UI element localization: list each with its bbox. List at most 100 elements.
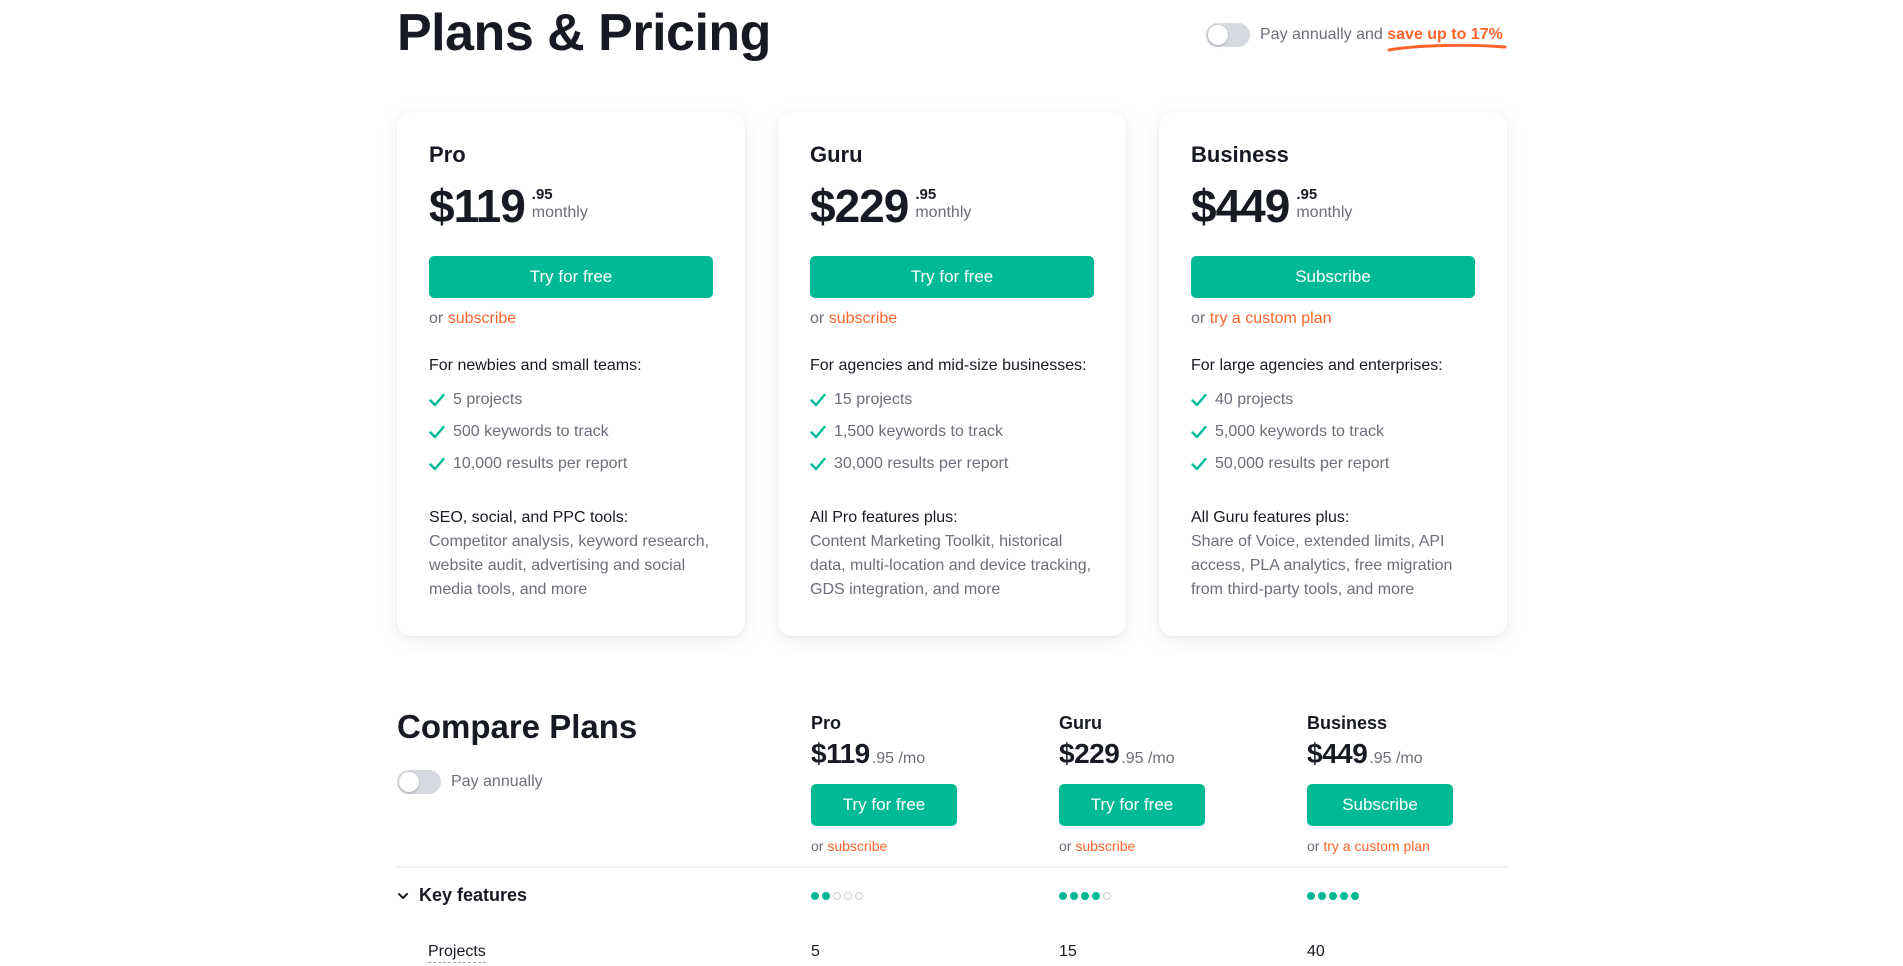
tools-block: All Guru features plus: Share of Voice, …	[1191, 506, 1475, 602]
chevron-down-icon	[398, 892, 408, 899]
check-icon	[1191, 425, 1207, 439]
rating-dot-filled	[811, 892, 819, 900]
rating-dots	[1059, 892, 1111, 900]
rating-dot-empty	[1103, 892, 1111, 900]
price-period: monthly	[531, 204, 588, 221]
price-main: $449	[1191, 180, 1290, 232]
custom-plan-link[interactable]: try a custom plan	[1210, 310, 1332, 327]
toggle-knob	[1208, 25, 1228, 45]
check-icon	[810, 425, 826, 439]
feature-text: 40 projects	[1215, 391, 1294, 408]
try-for-free-button[interactable]: Try for free	[810, 256, 1094, 298]
price-cents: .95	[531, 186, 553, 203]
feature-item: 5,000 keywords to track	[1191, 416, 1475, 448]
plan-audience: For large agencies and enterprises:	[1191, 357, 1443, 374]
subscribe-link[interactable]: subscribe	[448, 310, 516, 327]
check-icon	[429, 393, 445, 407]
alt-prefix: or	[810, 310, 825, 327]
rating-dot-empty	[844, 892, 852, 900]
compare-alt-action: or subscribe	[1059, 838, 1259, 854]
tools-heading: All Guru features plus:	[1191, 509, 1350, 526]
try-for-free-button[interactable]: Try for free	[429, 256, 713, 298]
plan-card-business: Business $449 .95 monthly Subscribe or tr…	[1159, 112, 1507, 636]
compare-alt-action: or subscribe	[811, 838, 1011, 854]
rating-dots	[1307, 892, 1359, 900]
alt-action: or subscribe	[429, 310, 713, 332]
plan-cards: Pro $119 .95 monthly Try for free or subs…	[397, 112, 1507, 636]
rating-dot-filled	[1070, 892, 1078, 900]
feature-item: 10,000 results per report	[429, 448, 713, 480]
alt-action: or subscribe	[810, 310, 1094, 332]
plan-name: Pro	[429, 142, 466, 167]
check-icon	[429, 457, 445, 471]
rating-dot-empty	[855, 892, 863, 900]
compare-column-guru: Guru $229.95 /mo Try for free or subscri…	[1059, 712, 1259, 854]
price-main: $119	[429, 180, 526, 232]
key-features-label: Key features	[419, 885, 528, 905]
plan-audience: For newbies and small teams:	[429, 357, 642, 374]
tools-block: All Pro features plus: Content Marketing…	[810, 506, 1094, 602]
compare-plans-title: Compare Plans	[397, 708, 638, 745]
compare-subscribe-button[interactable]: Subscribe	[1307, 784, 1453, 826]
projects-value-business: 40	[1307, 943, 1325, 960]
tools-block: SEO, social, and PPC tools: Competitor a…	[429, 506, 713, 602]
rating-dot-filled	[1329, 892, 1337, 900]
compare-plan-price: $119.95 /mo	[811, 738, 1011, 770]
feature-list: 15 projects 1,500 keywords to track 30,0…	[810, 384, 1094, 480]
check-icon	[429, 425, 445, 439]
feature-item: 500 keywords to track	[429, 416, 713, 448]
rating-dot-filled	[1351, 892, 1359, 900]
compare-plan-price: $449.95 /mo	[1307, 738, 1507, 770]
compare-column-business: Business $449.95 /mo Subscribe or try a …	[1307, 712, 1507, 854]
compare-price-main: $229	[1059, 738, 1120, 769]
subscribe-button[interactable]: Subscribe	[1191, 256, 1475, 298]
feature-list: 40 projects 5,000 keywords to track 50,0…	[1191, 384, 1475, 480]
key-features-toggle[interactable]: Key features	[397, 885, 527, 906]
plan-name: Guru	[810, 142, 863, 167]
alt-prefix: or	[1059, 838, 1072, 854]
feature-text: 1,500 keywords to track	[834, 423, 1003, 440]
price-main: $229	[810, 180, 909, 232]
page-title: Plans & Pricing	[397, 4, 771, 62]
plan-audience: For agencies and mid-size businesses:	[810, 357, 1087, 374]
billing-toggle-group: Pay annually and save up to 17%	[1206, 23, 1507, 52]
alt-prefix: or	[429, 310, 444, 327]
compare-annual-toggle[interactable]	[397, 770, 441, 794]
feature-text: 500 keywords to track	[453, 423, 609, 440]
tools-heading: All Pro features plus:	[810, 509, 958, 526]
projects-value-pro: 5	[811, 943, 820, 960]
compare-try-for-free-button[interactable]: Try for free	[1059, 784, 1205, 826]
billing-toggle-label: Pay annually and save up to 17%	[1260, 26, 1507, 52]
compare-subscribe-link[interactable]: subscribe	[1075, 838, 1135, 854]
check-icon	[1191, 393, 1207, 407]
compare-divider	[397, 866, 1508, 868]
feature-text: 5,000 keywords to track	[1215, 423, 1384, 440]
compare-try-for-free-button[interactable]: Try for free	[811, 784, 957, 826]
compare-billing-toggle-group: Pay annually	[397, 770, 543, 794]
compare-alt-action: or try a custom plan	[1307, 838, 1507, 854]
compare-subscribe-link[interactable]: subscribe	[827, 838, 887, 854]
projects-row-label[interactable]: Projects	[428, 943, 486, 963]
feature-item: 40 projects	[1191, 384, 1475, 416]
rating-dot-filled	[822, 892, 830, 900]
alt-prefix: or	[1191, 310, 1206, 327]
feature-item: 50,000 results per report	[1191, 448, 1475, 480]
compare-custom-plan-link[interactable]: try a custom plan	[1323, 838, 1430, 854]
compare-price-rest: .95 /mo	[1369, 750, 1423, 767]
feature-item: 15 projects	[810, 384, 1094, 416]
annual-billing-toggle[interactable]	[1206, 23, 1250, 47]
toggle-knob	[399, 772, 419, 792]
alt-action: or try a custom plan	[1191, 310, 1475, 332]
rating-dot-filled	[1081, 892, 1089, 900]
plan-price: $229 .95 monthly	[810, 180, 1094, 236]
projects-value-guru: 15	[1059, 943, 1077, 960]
check-icon	[810, 393, 826, 407]
rating-dots	[811, 892, 863, 900]
feature-list: 5 projects 500 keywords to track 10,000 …	[429, 384, 713, 480]
compare-toggle-label: Pay annually	[451, 773, 543, 790]
feature-text: 50,000 results per report	[1215, 455, 1390, 472]
feature-text: 5 projects	[453, 391, 523, 408]
feature-item: 5 projects	[429, 384, 713, 416]
rating-dot-empty	[833, 892, 841, 900]
subscribe-link[interactable]: subscribe	[829, 310, 897, 327]
